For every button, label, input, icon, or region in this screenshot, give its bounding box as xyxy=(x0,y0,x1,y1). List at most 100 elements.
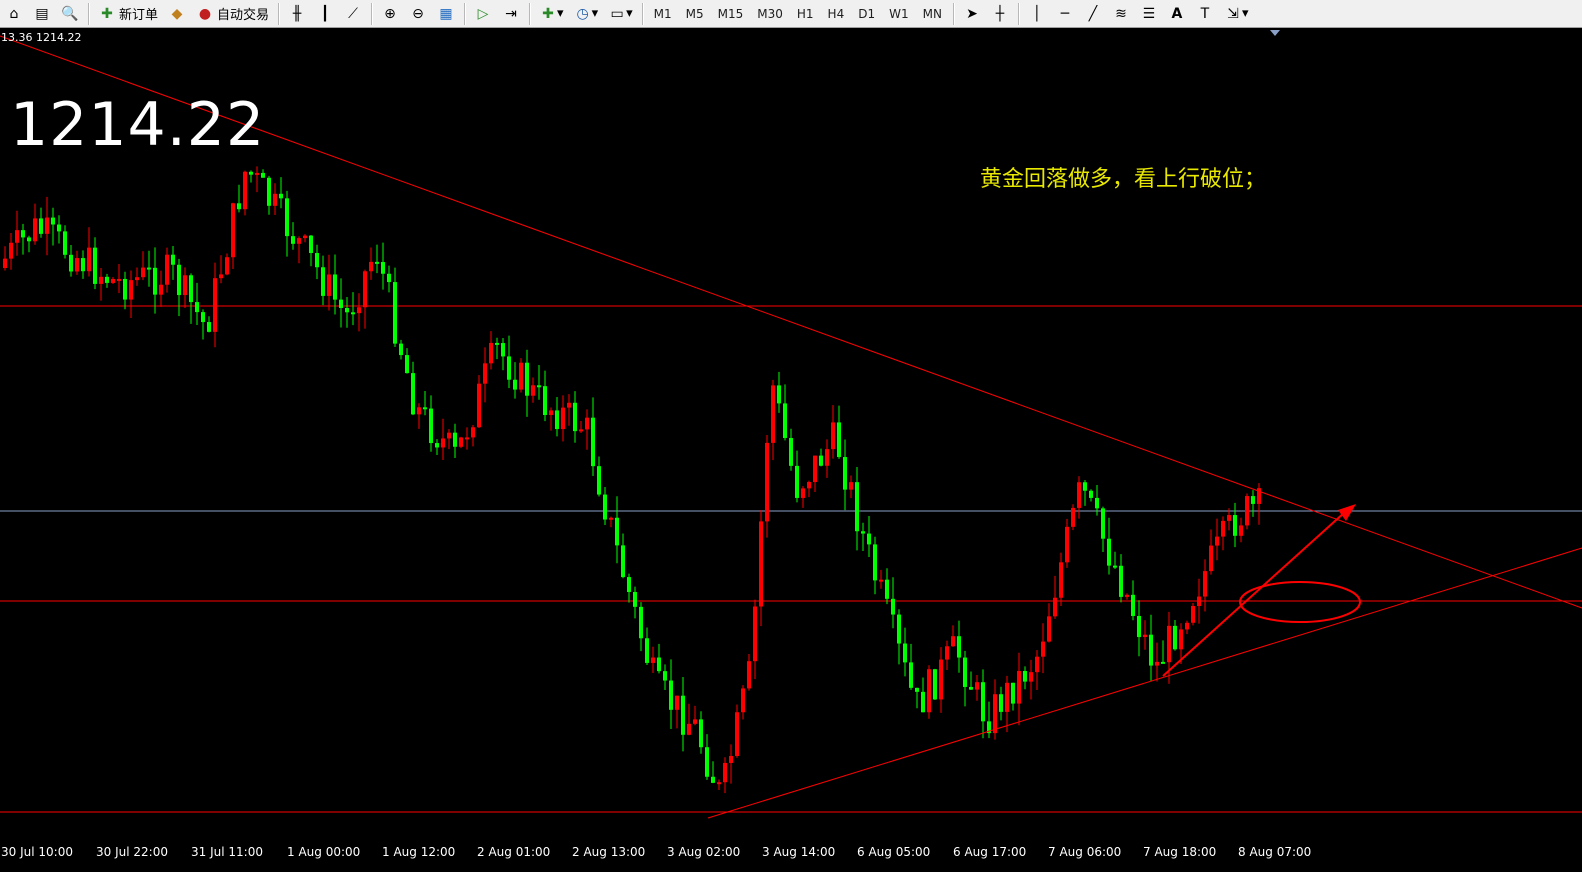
autoscroll-button[interactable]: ⇥ xyxy=(498,2,524,26)
auto-trading-button[interactable]: ● 自动交易 xyxy=(192,2,273,26)
candle-body xyxy=(885,579,889,599)
market-watch-button[interactable]: ▤ xyxy=(29,2,55,26)
toolbar: ⌂ ▤ 🔍 ✚ 新订单 ◆ ● 自动交易 ╫ ┃ ⟋ ⊕ ⊖ ▦ ▷ ⇥ ✚ ▾ … xyxy=(0,0,1582,28)
time-axis-label: 6 Aug 05:00 xyxy=(857,845,931,859)
candle-body xyxy=(693,719,697,724)
vertical-line-button[interactable]: │ xyxy=(1024,2,1050,26)
candle-body xyxy=(789,438,793,466)
candle-body xyxy=(249,171,253,175)
timeframe-mn[interactable]: MN xyxy=(917,2,948,26)
new-order-button[interactable]: ✚ 新订单 xyxy=(94,2,162,26)
candle-body xyxy=(717,782,721,785)
autoscroll-icon: ⇥ xyxy=(505,5,517,22)
timeframe-d1[interactable]: D1 xyxy=(852,2,881,26)
candle-body xyxy=(555,410,559,430)
shift-marker-icon xyxy=(1270,30,1280,36)
candle-body xyxy=(1251,496,1255,504)
fibonacci-button[interactable]: ≋ xyxy=(1108,2,1134,26)
vertical-line-icon: │ xyxy=(1032,5,1042,22)
templates-icon: ▭ xyxy=(610,5,624,22)
templates-button[interactable]: ▭ ▾ xyxy=(604,2,637,26)
candle-body xyxy=(99,276,103,284)
tile-windows-icon: ▦ xyxy=(439,5,453,22)
candle-body xyxy=(801,488,805,498)
candle-body xyxy=(1143,634,1147,638)
tile-windows-button[interactable]: ▦ xyxy=(433,2,459,26)
timeframe-h1[interactable]: H1 xyxy=(791,2,820,26)
expert-button[interactable]: ◆ xyxy=(164,2,190,26)
trendline-button[interactable]: ╱ xyxy=(1080,2,1106,26)
chart-shift-button[interactable]: ▷ xyxy=(470,2,496,26)
candle-body xyxy=(567,402,571,408)
home-button[interactable]: ⌂ xyxy=(1,2,27,26)
chart-area[interactable]: 13.36 1214.22 1214.22 黄金回落做多，看上行破位； 30 J… xyxy=(0,28,1582,872)
candle-body xyxy=(123,278,127,300)
candle-body xyxy=(633,592,637,607)
timeframe-m1[interactable]: M1 xyxy=(648,2,678,26)
candle-body xyxy=(747,661,751,689)
candle-body xyxy=(1161,661,1165,664)
time-axis-label: 1 Aug 00:00 xyxy=(287,845,361,859)
candle-body xyxy=(477,383,481,428)
timeframe-m5[interactable]: M5 xyxy=(680,2,710,26)
candle-body xyxy=(405,355,409,374)
candle-body xyxy=(147,267,151,270)
candle-body xyxy=(291,236,295,244)
candle-body xyxy=(363,271,367,308)
navigator-button[interactable]: 🔍 xyxy=(57,2,83,26)
candle-body xyxy=(375,261,379,264)
trendline-icon: ╱ xyxy=(1088,5,1098,22)
text-label-button[interactable]: T xyxy=(1192,2,1218,26)
candle-body xyxy=(153,267,157,295)
candle-body xyxy=(669,680,673,710)
timeframe-m30[interactable]: M30 xyxy=(751,2,789,26)
candle-body xyxy=(795,465,799,498)
candle-body xyxy=(1059,562,1063,598)
periods-icon: ◷ xyxy=(576,5,589,22)
candle-body xyxy=(57,224,61,232)
candle-body xyxy=(1179,629,1183,650)
crosshair-button[interactable]: ┼ xyxy=(987,2,1013,26)
candle-body xyxy=(159,284,163,295)
candle-body xyxy=(177,264,181,296)
candle-body xyxy=(117,278,121,281)
candle-body xyxy=(1017,670,1021,704)
candle-body xyxy=(1083,482,1087,491)
candle-body xyxy=(909,662,913,688)
candle-body xyxy=(945,646,949,660)
arrows-button[interactable]: ⇲ ▾ xyxy=(1220,2,1253,26)
candle-body xyxy=(1053,597,1057,617)
fibonacci-fan-button[interactable]: ☰ xyxy=(1136,2,1162,26)
candlestick-button[interactable]: ┃ xyxy=(312,2,338,26)
candle-body xyxy=(1095,497,1099,509)
bar-chart-button[interactable]: ╫ xyxy=(284,2,310,26)
candle-body xyxy=(213,278,217,332)
line-chart-button[interactable]: ⟋ xyxy=(340,2,366,26)
candle-body xyxy=(597,466,601,495)
indicators-button[interactable]: ✚ ▾ xyxy=(535,2,568,26)
candle-body xyxy=(27,237,31,242)
candle-body xyxy=(879,579,883,582)
toolbar-separator xyxy=(371,2,373,25)
timeframe-h4[interactable]: H4 xyxy=(822,2,851,26)
candle-body xyxy=(1041,641,1045,657)
zoom-in-button[interactable]: ⊕ xyxy=(377,2,403,26)
horizontal-line-button[interactable]: ─ xyxy=(1052,2,1078,26)
candle-body xyxy=(447,432,451,439)
cursor-button[interactable]: ➤ xyxy=(959,2,985,26)
zoom-out-button[interactable]: ⊖ xyxy=(405,2,431,26)
candle-body xyxy=(609,517,613,520)
candle-body xyxy=(195,302,199,313)
candle-body xyxy=(135,277,139,281)
candle-body xyxy=(687,723,691,735)
candle-body xyxy=(1245,496,1249,526)
candle-body xyxy=(921,691,925,713)
text-button[interactable]: A xyxy=(1164,2,1190,26)
time-axis-label: 7 Aug 06:00 xyxy=(1048,845,1122,859)
candle-body xyxy=(1011,682,1015,704)
periods-button[interactable]: ◷ ▾ xyxy=(570,2,603,26)
timeframe-m15[interactable]: M15 xyxy=(712,2,750,26)
candle-body xyxy=(765,442,769,522)
candle-body xyxy=(1167,625,1171,663)
timeframe-w1[interactable]: W1 xyxy=(883,2,915,26)
